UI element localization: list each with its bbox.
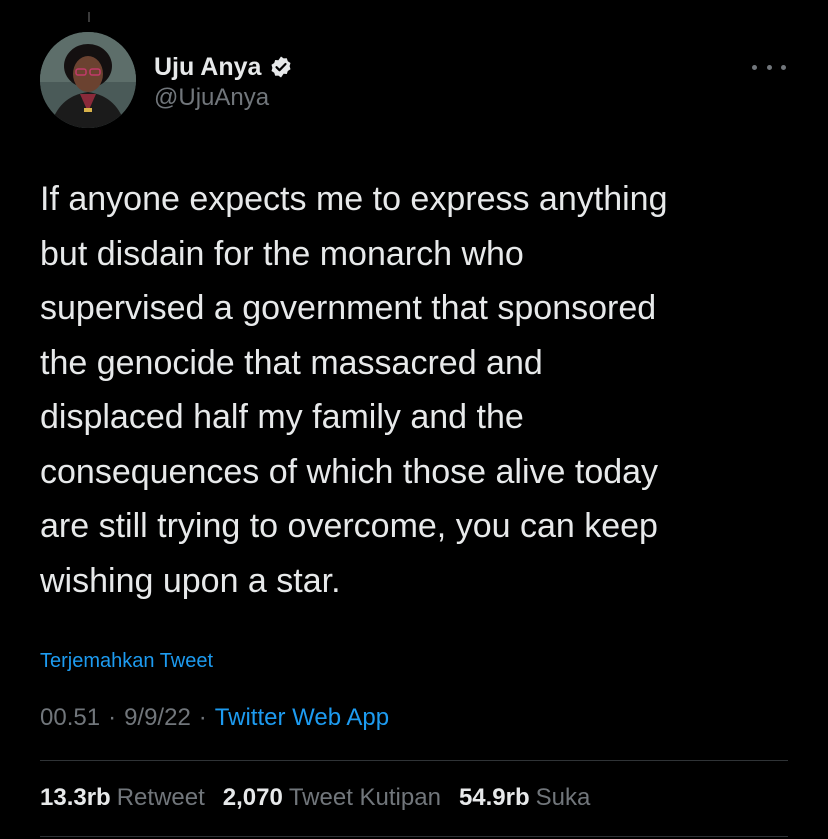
more-dot xyxy=(752,64,757,70)
verified-badge-icon xyxy=(271,56,291,78)
quote-tweet-stat[interactable]: 2,070 Tweet Kutipan xyxy=(223,784,441,812)
avatar[interactable] xyxy=(40,32,136,128)
retweet-count: 13.3rb xyxy=(40,784,111,811)
author-info: Uju Anya @UjuAnya xyxy=(154,52,293,112)
engagement-stats: 13.3rb Retweet 2,070 Tweet Kutipan 54.9r… xyxy=(40,784,590,812)
retweet-label: Retweet xyxy=(116,784,205,811)
tweet-source-link[interactable]: Twitter Web App xyxy=(215,704,389,732)
more-dot xyxy=(766,64,772,70)
meta-separator: · xyxy=(198,704,207,731)
translate-tweet-link[interactable]: Terjemahkan Tweet xyxy=(40,650,213,673)
tweet-header: Uju Anya @UjuAnya xyxy=(40,32,790,132)
quote-tweet-count: 2,070 xyxy=(222,784,283,811)
meta-separator: · xyxy=(108,704,117,731)
divider xyxy=(40,760,788,761)
top-edge-mark xyxy=(88,12,90,22)
like-count: 54.9rb xyxy=(458,784,530,811)
like-label: Suka xyxy=(535,784,591,811)
retweet-stat[interactable]: 13.3rb Retweet xyxy=(40,784,205,812)
user-handle[interactable]: @UjuAnya xyxy=(154,84,293,112)
tweet-meta: 00.51 · 9/9/22 · Twitter Web App xyxy=(40,704,389,732)
quote-tweet-label: Tweet Kutipan xyxy=(288,784,441,811)
more-dot xyxy=(781,64,786,70)
like-stat[interactable]: 54.9rb Suka xyxy=(459,784,590,812)
tweet-time[interactable]: 00.51 xyxy=(40,704,100,732)
tweet-text: If anyone expects me to express anything… xyxy=(40,180,668,600)
more-horizontal-icon[interactable] xyxy=(752,60,786,74)
display-name[interactable]: Uju Anya xyxy=(154,53,261,82)
avatar-image xyxy=(40,32,136,128)
divider xyxy=(40,836,788,837)
tweet-date[interactable]: 9/9/22 xyxy=(124,704,191,732)
display-name-row: Uju Anya xyxy=(154,52,293,82)
